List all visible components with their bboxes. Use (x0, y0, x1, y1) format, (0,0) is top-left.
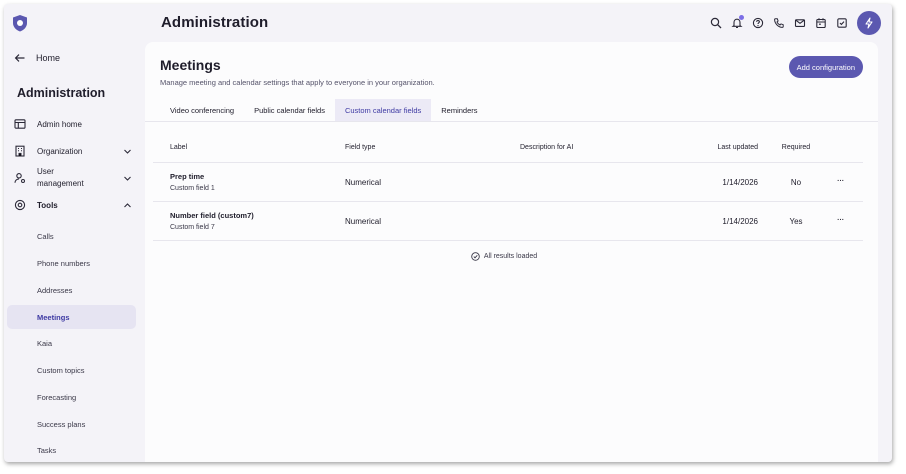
field-name: Number field (custom7) (170, 211, 254, 220)
field-id: Custom field 7 (170, 224, 215, 231)
table-row[interactable]: Number field (custom7) Custom field 7 Nu… (153, 202, 863, 241)
required-value: No (790, 178, 802, 187)
tab-public-calendar-fields[interactable]: Public calendar fields (244, 99, 335, 121)
tab-divider (145, 121, 878, 122)
notification-dot (739, 15, 744, 20)
check-circle-icon (471, 252, 480, 261)
bell-icon[interactable] (729, 15, 745, 31)
top-bar: Administration (4, 4, 892, 42)
sidebar-item-success-plans[interactable]: Success plans (7, 412, 136, 436)
sidebar-item-forecasting[interactable]: Forecasting (7, 385, 136, 409)
sidebar-item-custom-topics[interactable]: Custom topics (7, 358, 136, 382)
tab-reminders[interactable]: Reminders (431, 99, 487, 121)
main-panel: Meetings Manage meeting and calendar set… (145, 42, 878, 462)
field-type: Numerical (345, 217, 382, 226)
sidebar-item-tools[interactable]: Tools (14, 199, 136, 211)
sidebar-item-user-management[interactable]: User management (14, 166, 136, 190)
column-last-updated[interactable]: Last updated (683, 144, 758, 151)
sidebar-item-calls[interactable]: Calls (7, 224, 136, 248)
bolt-icon (865, 17, 873, 29)
tab-video-conferencing[interactable]: Video conferencing (160, 99, 244, 121)
bolt-button[interactable] (857, 11, 881, 35)
sidebar-item-label: User management (37, 167, 84, 188)
app-title: Administration (161, 14, 269, 31)
sidebar: Home Administration Admin home Organizat… (4, 42, 144, 462)
last-updated: 1/14/2026 (722, 178, 758, 187)
last-updated: 1/14/2026 (722, 217, 758, 226)
tab-custom-calendar-fields[interactable]: Custom calendar fields (334, 99, 432, 121)
results-status: All results loaded (145, 252, 863, 261)
column-field-type[interactable]: Field type (345, 144, 375, 151)
home-link[interactable]: Home (14, 52, 60, 64)
home-label: Home (36, 53, 61, 63)
add-configuration-button[interactable]: Add configuration (788, 56, 863, 78)
page-title: Meetings (160, 57, 221, 73)
field-id: Custom field 1 (170, 185, 215, 192)
sidebar-item-label: Organization (37, 146, 83, 156)
sidebar-item-phone-numbers[interactable]: Phone numbers (7, 251, 136, 275)
results-status-text: All results loaded (483, 253, 538, 260)
sidebar-item-tasks[interactable]: Tasks (7, 438, 136, 462)
logo-icon[interactable] (12, 14, 28, 32)
sidebar-item-kaia[interactable]: Kaia (7, 331, 136, 355)
column-required[interactable]: Required (778, 144, 814, 151)
field-label-cell: Prep time Custom field 1 (170, 172, 215, 192)
column-description[interactable]: Description for AI (520, 144, 573, 151)
search-icon[interactable] (708, 15, 724, 31)
field-label-cell: Number field (custom7) Custom field 7 (170, 211, 254, 231)
table-row[interactable]: Prep time Custom field 1 Numerical 1/14/… (153, 163, 863, 202)
more-options-icon[interactable]: ··· (833, 175, 847, 186)
window-icon (14, 118, 26, 130)
mail-icon[interactable] (792, 15, 808, 31)
chevron-up-icon (124, 202, 131, 207)
chevron-down-icon (124, 176, 131, 181)
table-header: Label Field type Description for AI Last… (153, 134, 863, 163)
sidebar-item-addresses[interactable]: Addresses (7, 278, 136, 302)
column-label[interactable]: Label (170, 144, 187, 151)
custom-fields-table: Label Field type Description for AI Last… (153, 134, 863, 241)
building-icon (14, 145, 26, 157)
chevron-down-icon (124, 149, 131, 154)
page-description: Manage meeting and calendar settings tha… (160, 78, 435, 87)
tools-icon (14, 199, 26, 211)
field-name: Prep time (170, 172, 205, 181)
more-options-icon[interactable]: ··· (833, 214, 847, 225)
tab-bar: Video conferencing Public calendar field… (160, 99, 488, 121)
field-type: Numerical (345, 178, 382, 187)
sidebar-item-label: Admin home (37, 119, 82, 129)
phone-icon[interactable] (771, 15, 787, 31)
arrow-left-icon (14, 54, 25, 62)
calendar-icon[interactable] (813, 15, 829, 31)
sidebar-title: Administration (17, 86, 106, 100)
sidebar-item-organization[interactable]: Organization (14, 145, 136, 157)
help-icon[interactable] (750, 15, 766, 31)
required-value: Yes (789, 217, 803, 226)
app-window: Administration Home Administration Admin… (4, 4, 892, 462)
sidebar-item-admin-home[interactable]: Admin home (14, 118, 136, 130)
tasks-icon[interactable] (834, 15, 850, 31)
sidebar-item-meetings[interactable]: Meetings (7, 305, 136, 329)
sidebar-item-label: Tools (37, 200, 58, 210)
user-gear-icon (14, 172, 26, 184)
header-icons (708, 15, 850, 31)
